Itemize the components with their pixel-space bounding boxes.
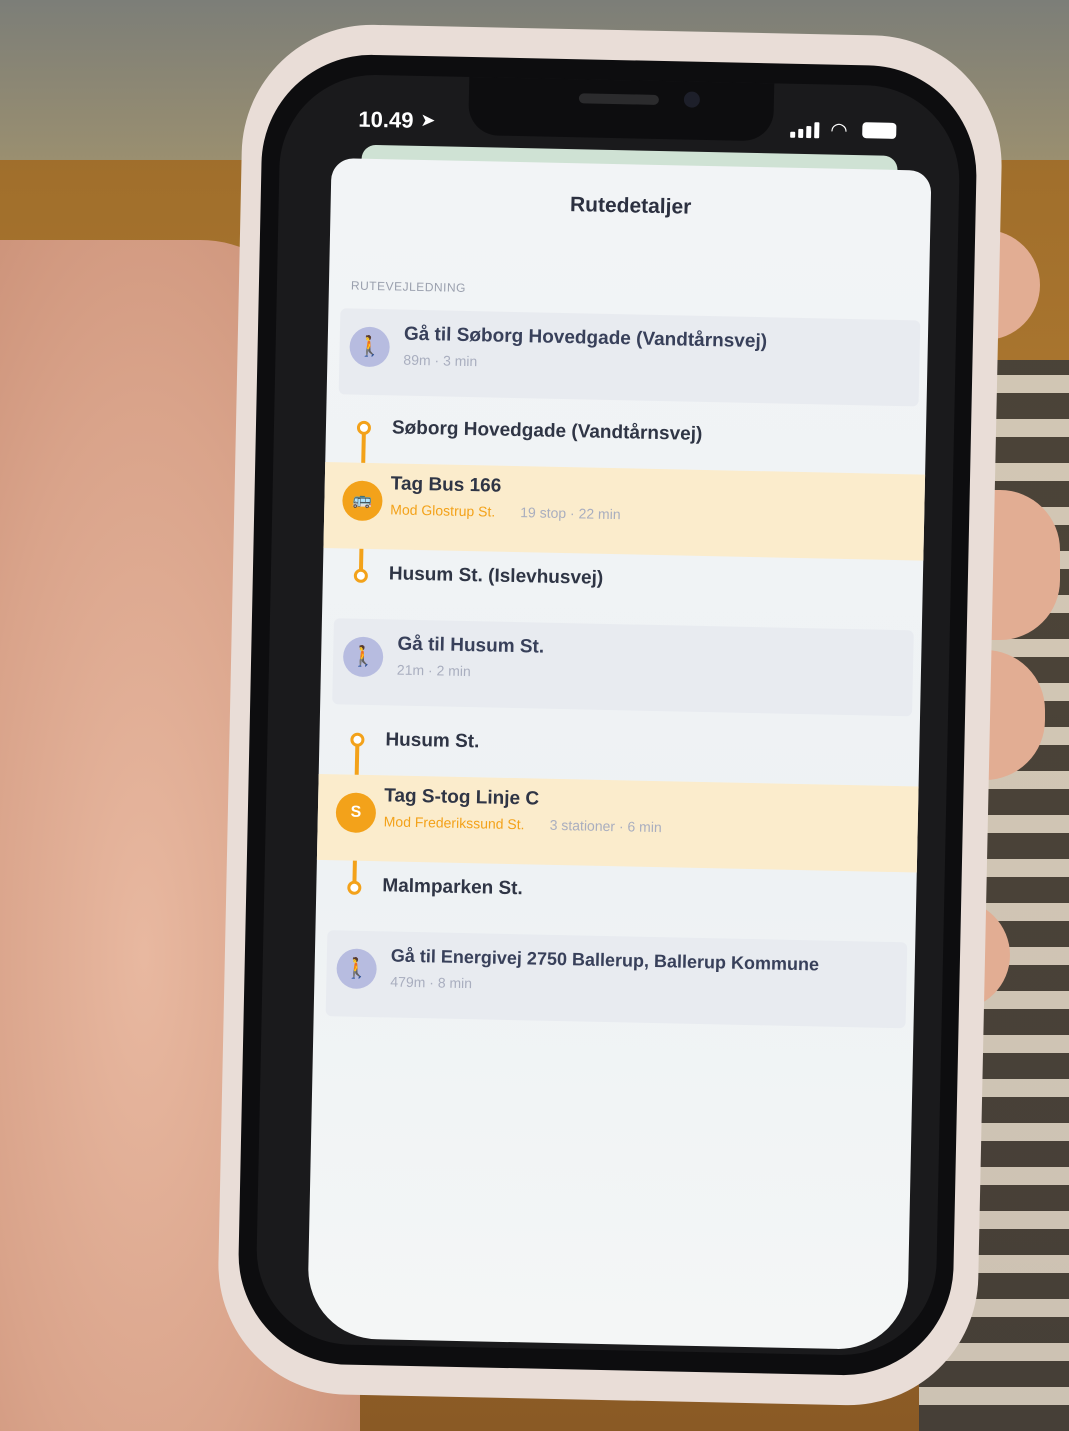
status-time: 10.49 <box>358 106 414 133</box>
stop-dot <box>353 568 369 583</box>
pedestrian-icon: 🚶 <box>349 326 391 368</box>
stop-name: Malmparken St. <box>382 875 523 900</box>
page-title: Rutedetaljer <box>569 193 692 219</box>
phone-screen: 10.49 ➤ ◠ Rutedetaljer RUTEVEJLEDNING 🚶 … <box>254 73 962 1357</box>
battery-icon <box>862 122 897 139</box>
stop-dot <box>356 420 372 435</box>
walk-title: Gå til Husum St. <box>397 633 545 658</box>
route-details-sheet: Rutedetaljer RUTEVEJLEDNING 🚶 Gå til Søb… <box>306 158 932 1351</box>
status-bar: 10.49 ➤ ◠ <box>280 105 960 149</box>
leg-stats: 3 stationer · 6 min <box>549 816 662 836</box>
leg-title: Tag S-tog Linje C <box>384 785 540 810</box>
walk-subtitle: 479m · 8 min <box>390 973 473 992</box>
walk-title: Gå til Energivej 2750 Ballerup, Ballerup… <box>390 945 820 975</box>
bus-leg[interactable]: 🚌 Tag Bus 166 Mod Glostrup St. 19 stop ·… <box>323 462 926 561</box>
cellular-signal-icon <box>790 122 822 139</box>
walk-subtitle: 21m · 2 min <box>396 661 471 680</box>
pedestrian-icon: 🚶 <box>336 948 378 990</box>
location-arrow-icon: ➤ <box>420 109 436 131</box>
stop-name: Husum St. <box>385 729 480 753</box>
stop-name: Søborg Hovedgade (Vandtårnsvej) <box>391 417 703 445</box>
train-leg[interactable]: S Tag S-tog Linje C Mod Frederikssund St… <box>316 773 919 873</box>
stop-dot <box>350 732 365 747</box>
walk-title: Gå til Søborg Hovedgade (Vandtårnsvej) <box>403 323 768 353</box>
speaker <box>578 93 659 105</box>
wifi-icon: ◠ <box>830 119 848 142</box>
walk-step[interactable]: 🚶 Gå til Søborg Hovedgade (Vandtårnsvej)… <box>338 308 921 407</box>
bus-icon: 🚌 <box>342 480 383 522</box>
section-label: RUTEVEJLEDNING <box>350 278 467 295</box>
pedestrian-icon: 🚶 <box>342 636 384 678</box>
leg-direction: Mod Glostrup St. <box>390 501 496 520</box>
walk-step[interactable]: 🚶 Gå til Energivej 2750 Ballerup, Baller… <box>325 930 908 1029</box>
walk-subtitle: 89m · 3 min <box>403 351 478 370</box>
s-train-icon: S <box>335 792 377 834</box>
camera <box>683 91 701 108</box>
leg-direction: Mod Frederikssund St. <box>383 813 525 833</box>
walk-step[interactable]: 🚶 Gå til Husum St. 21m · 2 min <box>332 618 914 717</box>
stop-dot <box>347 880 362 895</box>
stop-name: Husum St. (Islevhusvej) <box>388 563 604 589</box>
leg-stats: 19 stop · 22 min <box>520 504 621 523</box>
leg-title: Tag Bus 166 <box>390 473 502 497</box>
